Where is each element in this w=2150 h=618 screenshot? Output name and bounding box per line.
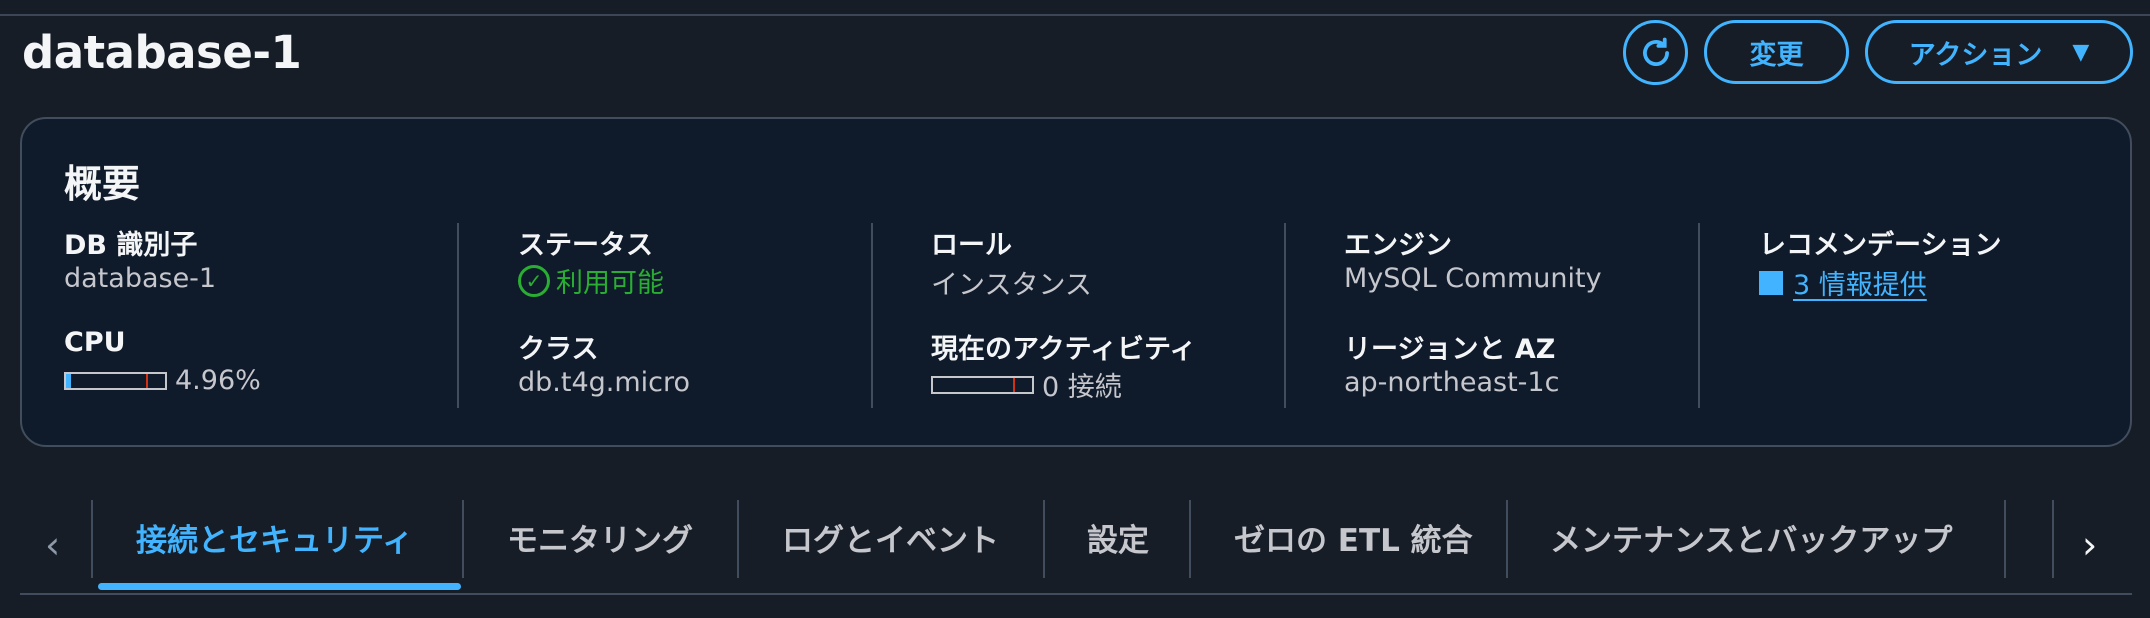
tab-configuration[interactable]: 設定 [1087,515,1149,565]
chevron-left-icon[interactable]: ‹ [45,523,60,567]
class-label: クラス [518,334,599,365]
db-identifier-label: DB 識別子 [64,230,198,261]
cpu-meter-row: 4.96% [64,365,261,396]
cpu-meter-fill [66,373,71,388]
cpu-value: 4.96% [175,365,261,396]
refresh-button[interactable] [1623,20,1688,85]
tab-connectivity-security[interactable]: 接続とセキュリティ [136,515,413,565]
tab-zero-etl[interactable]: ゼロの ETL 統合 [1234,515,1473,565]
recommendations-link[interactable]: 3 情報提供 [1759,263,1927,302]
cpu-meter-threshold [146,373,148,388]
info-square-icon [1759,270,1783,295]
engine-label: エンジン [1344,230,1452,261]
summary-card: 概要 DB 識別子 database-1 CPU 4.96% ステータス ✓ 利… [20,117,2132,447]
summary-column-status: ステータス ✓ 利用可能 クラス db.t4g.micro [518,223,898,408]
refresh-icon [1642,37,1669,66]
tab-separator [91,500,93,578]
status-value: ✓ 利用可能 [518,261,664,300]
tab-monitoring[interactable]: モニタリング [507,515,693,565]
summary-title: 概要 [64,162,141,206]
summary-column-engine: エンジン MySQL Community リージョンと AZ ap-northe… [1344,223,1724,408]
region-value: ap-northeast-1c [1344,367,1560,398]
active-tab-indicator [98,583,461,590]
tab-separator [2004,500,2006,578]
activity-value: 0 接続 [1042,372,1122,403]
top-divider [0,14,2150,16]
tab-separator [1506,500,1508,578]
column-divider [1284,223,1286,408]
tab-logs-events[interactable]: ログとイベント [782,515,999,565]
engine-value: MySQL Community [1344,263,1602,294]
tab-separator [2052,500,2054,578]
tabs-bottom-border [20,593,2132,595]
role-label: ロール [931,230,1012,261]
actions-dropdown-button[interactable]: アクション ▼ [1865,20,2133,84]
activity-meter-threshold [1013,377,1015,392]
activity-meter [931,375,1034,394]
cpu-meter [64,371,167,390]
page-title: database-1 [22,26,302,79]
column-divider [1698,223,1700,408]
region-label: リージョンと AZ [1344,334,1556,365]
db-identifier-value: database-1 [64,263,217,294]
status-text: 利用可能 [556,268,664,299]
caret-down-icon: ▼ [2072,39,2090,65]
recommendations-value: 3 情報提供 [1793,270,1927,301]
modify-button[interactable]: 変更 [1704,20,1849,84]
summary-column-role: ロール インスタンス 現在のアクティビティ 0 接続 [931,223,1311,408]
check-circle-icon: ✓ [518,264,550,297]
cpu-label: CPU [64,327,126,358]
tab-separator [1043,500,1045,578]
role-value: インスタンス [931,270,1092,301]
summary-column-recommendations: レコメンデーション 3 情報提供 [1759,223,2109,408]
tab-separator [1189,500,1191,578]
column-divider [871,223,873,408]
summary-column-identifier: DB 識別子 database-1 CPU 4.96% [64,223,444,408]
activity-meter-row: 0 接続 [931,365,1122,404]
column-divider [457,223,459,408]
status-label: ステータス [518,230,653,261]
class-value: db.t4g.micro [518,367,691,398]
tab-maintenance-backup[interactable]: メンテナンスとバックアップ [1550,515,1952,565]
detail-tabs: ‹ 接続とセキュリティ モニタリング ログとイベント 設定 ゼロの ETL 統合… [20,495,2132,595]
chevron-right-icon[interactable]: › [2082,523,2097,567]
recommendations-label: レコメンデーション [1759,230,2002,261]
tab-separator [462,500,464,578]
actions-label: アクション [1908,39,2043,71]
tab-separator [737,500,739,578]
activity-label: 現在のアクティビティ [931,334,1197,365]
